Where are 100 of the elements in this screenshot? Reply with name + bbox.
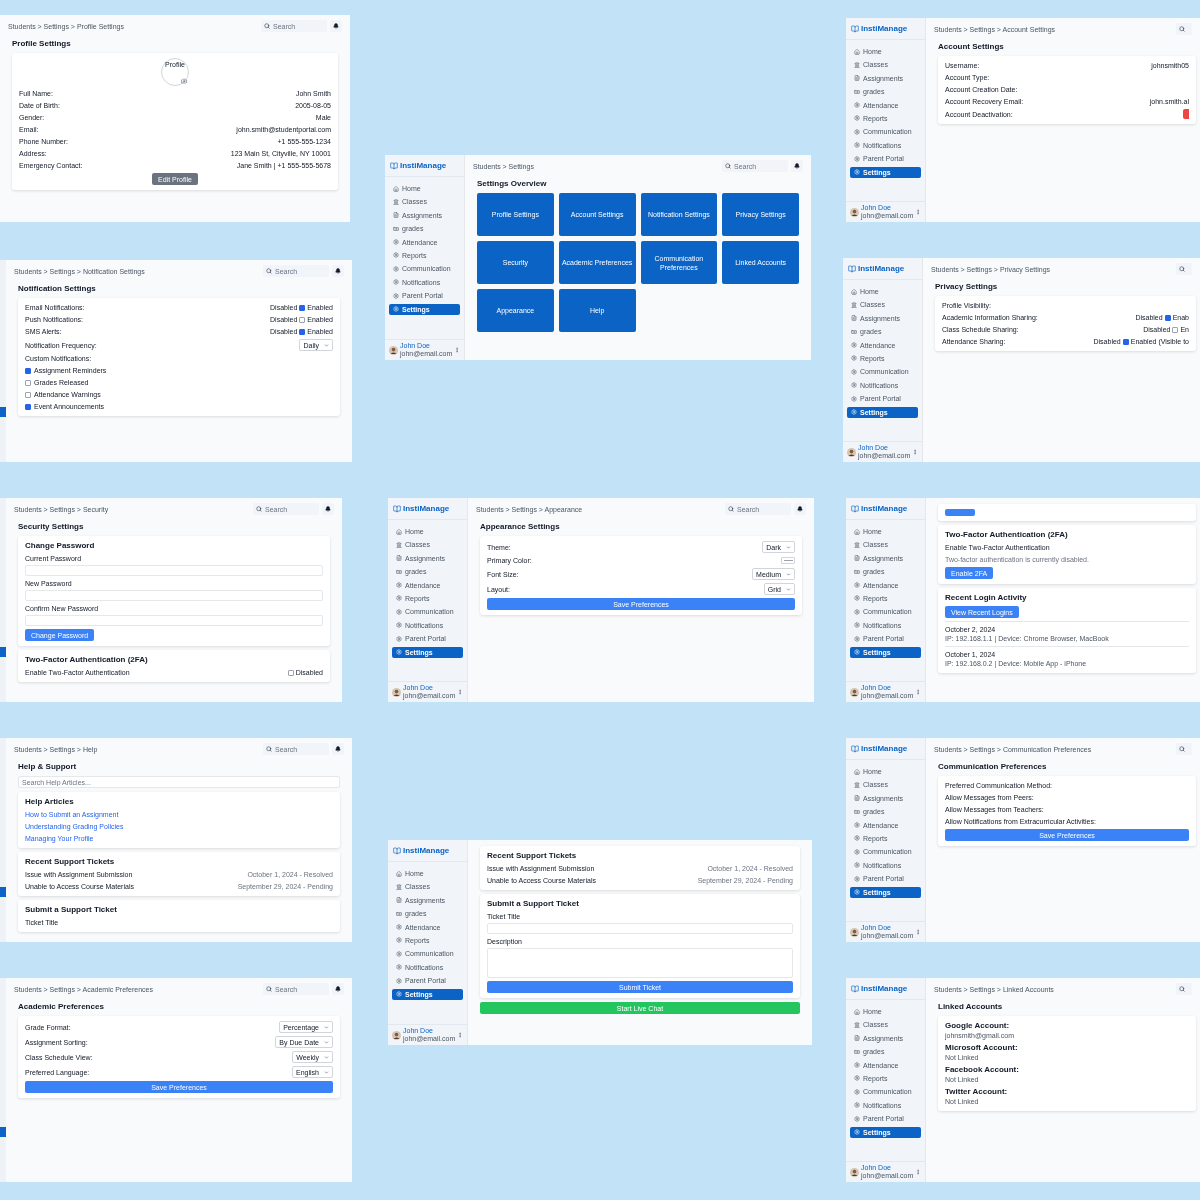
search-icon <box>1179 986 1185 992</box>
document-icon <box>854 1035 860 1042</box>
action-button[interactable] <box>1183 109 1189 119</box>
checkbox[interactable] <box>25 379 31 386</box>
more-icon[interactable] <box>915 1169 922 1175</box>
more-icon[interactable] <box>912 449 919 455</box>
gear-icon <box>851 395 857 402</box>
app-logo: InstiManage <box>858 263 905 274</box>
account-name: Google Account: <box>945 1021 1011 1031</box>
bell-icon <box>335 746 341 752</box>
search-icon <box>1179 266 1185 272</box>
book-icon <box>848 264 856 273</box>
bell-icon <box>333 23 339 29</box>
gear-icon <box>851 368 857 375</box>
document-icon <box>854 75 860 82</box>
more-icon[interactable] <box>454 347 461 353</box>
bell-icon <box>797 506 803 512</box>
search-field[interactable] <box>1176 263 1192 275</box>
account-name: Twitter Account: <box>945 1087 1009 1097</box>
gear-icon <box>854 128 860 135</box>
page-title: Settings Overview <box>477 179 548 189</box>
more-icon[interactable] <box>915 929 922 935</box>
more-icon[interactable] <box>457 1032 464 1038</box>
notification-button[interactable] <box>332 265 344 277</box>
banknote-icon <box>851 328 857 335</box>
gear-icon <box>854 608 860 615</box>
more-icon[interactable] <box>915 209 922 215</box>
search-field[interactable] <box>1176 23 1192 35</box>
input-field[interactable] <box>25 590 323 601</box>
input-field[interactable] <box>25 565 323 576</box>
checkbox[interactable] <box>25 403 31 410</box>
card-title: Change Password <box>25 541 96 551</box>
gear-icon <box>854 835 860 842</box>
user-avatar <box>850 687 859 697</box>
camera-icon[interactable] <box>181 78 187 84</box>
gear-icon <box>396 991 402 997</box>
caret-icon <box>324 1024 329 1030</box>
notification-button[interactable] <box>794 503 806 515</box>
gear-icon <box>854 102 860 109</box>
notification-button[interactable] <box>791 160 803 172</box>
house-icon <box>396 870 402 877</box>
search-icon <box>266 986 272 992</box>
house-icon <box>854 528 860 535</box>
page-title: Account Settings <box>938 42 1005 52</box>
checkbox[interactable] <box>287 669 294 676</box>
notification-button[interactable] <box>322 503 334 515</box>
checkbox[interactable] <box>299 328 306 335</box>
more-icon[interactable] <box>457 689 464 695</box>
banknote-icon <box>854 1048 860 1055</box>
input-field[interactable] <box>25 615 323 626</box>
house-icon <box>854 1008 860 1015</box>
notification-button[interactable] <box>330 20 342 32</box>
gear-icon <box>851 355 857 362</box>
checkbox[interactable] <box>299 304 306 311</box>
gear-icon <box>393 279 399 286</box>
house-icon <box>393 185 399 192</box>
app-logo: InstiManage <box>861 503 908 514</box>
search-icon <box>256 506 262 512</box>
page-title: Security Settings <box>18 522 85 532</box>
search-icon <box>1179 746 1185 752</box>
bank-icon <box>854 541 860 548</box>
search-field[interactable] <box>1176 743 1192 755</box>
card-title: Recent Support Tickets <box>487 851 578 861</box>
bank-icon <box>396 883 402 890</box>
input-field[interactable] <box>487 923 793 934</box>
book-icon <box>851 504 859 513</box>
user-avatar <box>850 1167 859 1177</box>
checkbox[interactable] <box>1122 338 1129 345</box>
gear-icon <box>851 409 857 415</box>
more-icon[interactable] <box>915 689 922 695</box>
checkbox[interactable] <box>299 316 306 323</box>
gear-icon <box>854 1115 860 1122</box>
card-title: Two-Factor Authentication (2FA) <box>25 655 149 665</box>
checkbox[interactable] <box>1172 326 1179 333</box>
document-icon <box>393 212 399 219</box>
book-icon <box>851 24 859 33</box>
color-picker[interactable] <box>781 557 795 564</box>
user-avatar <box>850 207 859 217</box>
checkbox[interactable] <box>25 391 31 398</box>
caret-icon <box>786 586 791 592</box>
gear-icon <box>854 649 860 655</box>
bank-icon <box>396 541 402 548</box>
notification-button[interactable] <box>332 983 344 995</box>
checkbox[interactable] <box>1164 314 1171 321</box>
document-icon <box>854 555 860 562</box>
gear-icon <box>393 292 399 299</box>
search-icon <box>1179 26 1185 32</box>
app-logo: InstiManage <box>861 983 908 994</box>
page-title: Help & Support <box>18 762 78 772</box>
gear-icon <box>396 635 402 642</box>
book-icon <box>851 744 859 753</box>
gear-icon <box>396 924 402 931</box>
user-avatar <box>392 687 401 697</box>
gear-icon <box>854 1088 860 1095</box>
checkbox[interactable] <box>25 367 31 374</box>
card-title: Two-Factor Authentication (2FA) <box>945 530 1069 540</box>
notification-button[interactable] <box>332 743 344 755</box>
app-logo: InstiManage <box>400 160 447 171</box>
card-title: Recent Support Tickets <box>25 857 116 867</box>
search-field[interactable] <box>1176 983 1192 995</box>
